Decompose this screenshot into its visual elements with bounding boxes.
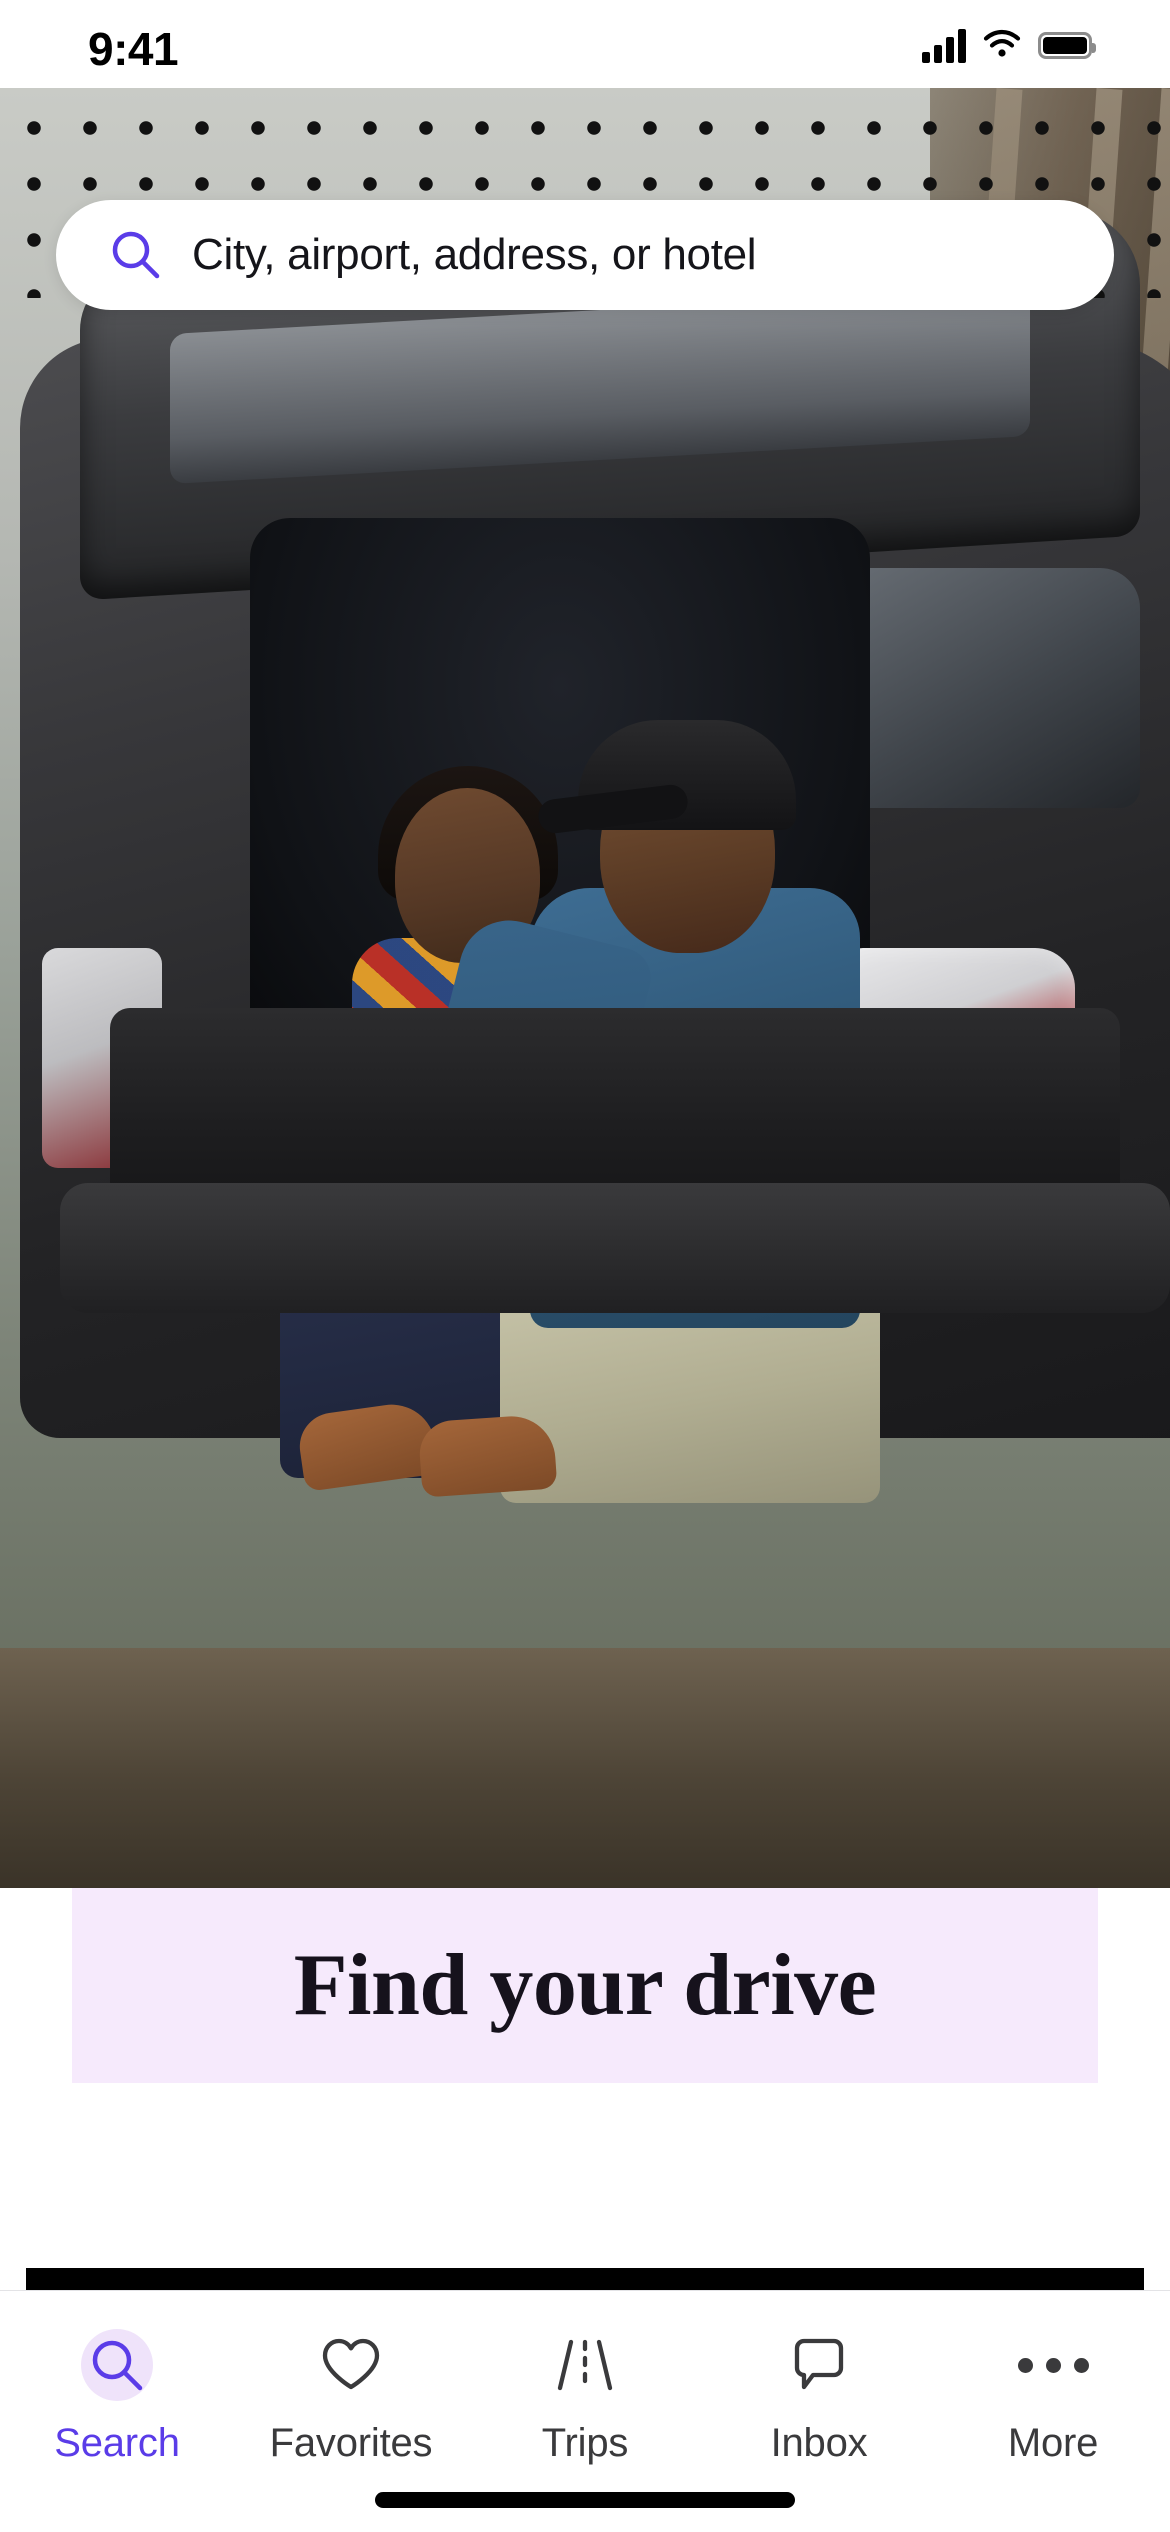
ellipsis-icon xyxy=(1015,2327,1091,2403)
search-placeholder-text: City, airport, address, or hotel xyxy=(192,230,757,279)
status-bar: 9:41 xyxy=(0,0,1170,88)
chat-bubble-icon xyxy=(781,2327,857,2403)
hero-photo xyxy=(0,88,1170,1888)
tab-more[interactable]: More xyxy=(936,2327,1170,2466)
page-title: Find your drive xyxy=(293,1937,877,2034)
search-icon xyxy=(79,2327,155,2403)
tab-label-inbox: Inbox xyxy=(770,2421,868,2465)
tab-label-search: Search xyxy=(54,2421,180,2465)
tab-label-more: More xyxy=(1007,2421,1099,2465)
search-input[interactable]: City, airport, address, or hotel xyxy=(56,200,1114,310)
road-icon xyxy=(547,2327,623,2403)
tab-trips[interactable]: Trips xyxy=(468,2327,702,2466)
home-indicator xyxy=(375,2492,795,2508)
tab-favorites[interactable]: Favorites xyxy=(234,2327,468,2466)
status-time: 9:41 xyxy=(88,23,179,75)
app-screen: City, airport, address, or hotel Find yo… xyxy=(0,0,1170,2532)
tab-search[interactable]: Search xyxy=(0,2327,234,2466)
tab-inbox[interactable]: Inbox xyxy=(702,2327,936,2466)
search-icon xyxy=(110,229,162,281)
headline-banner: Find your drive xyxy=(72,1888,1098,2083)
cellular-signal-icon xyxy=(922,28,966,63)
hero-image xyxy=(0,88,1170,1888)
tab-label-trips: Trips xyxy=(541,2421,629,2465)
tab-label-favorites: Favorites xyxy=(269,2421,433,2465)
status-icons xyxy=(922,28,1096,63)
heart-icon xyxy=(313,2327,389,2403)
battery-full-icon xyxy=(1038,32,1096,59)
wifi-icon xyxy=(982,28,1022,63)
